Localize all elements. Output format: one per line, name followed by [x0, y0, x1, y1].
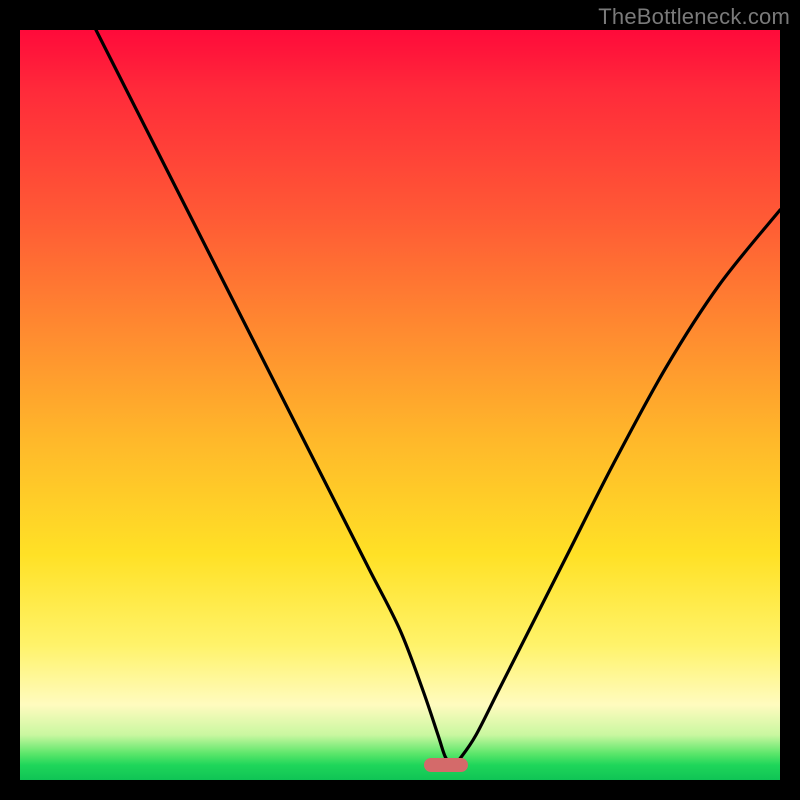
curve-layer	[20, 30, 780, 780]
chart-frame: TheBottleneck.com	[0, 0, 800, 800]
optimum-marker	[424, 758, 468, 772]
bottleneck-curve	[96, 30, 780, 765]
watermark-text: TheBottleneck.com	[598, 4, 790, 30]
plot-area	[20, 30, 780, 780]
